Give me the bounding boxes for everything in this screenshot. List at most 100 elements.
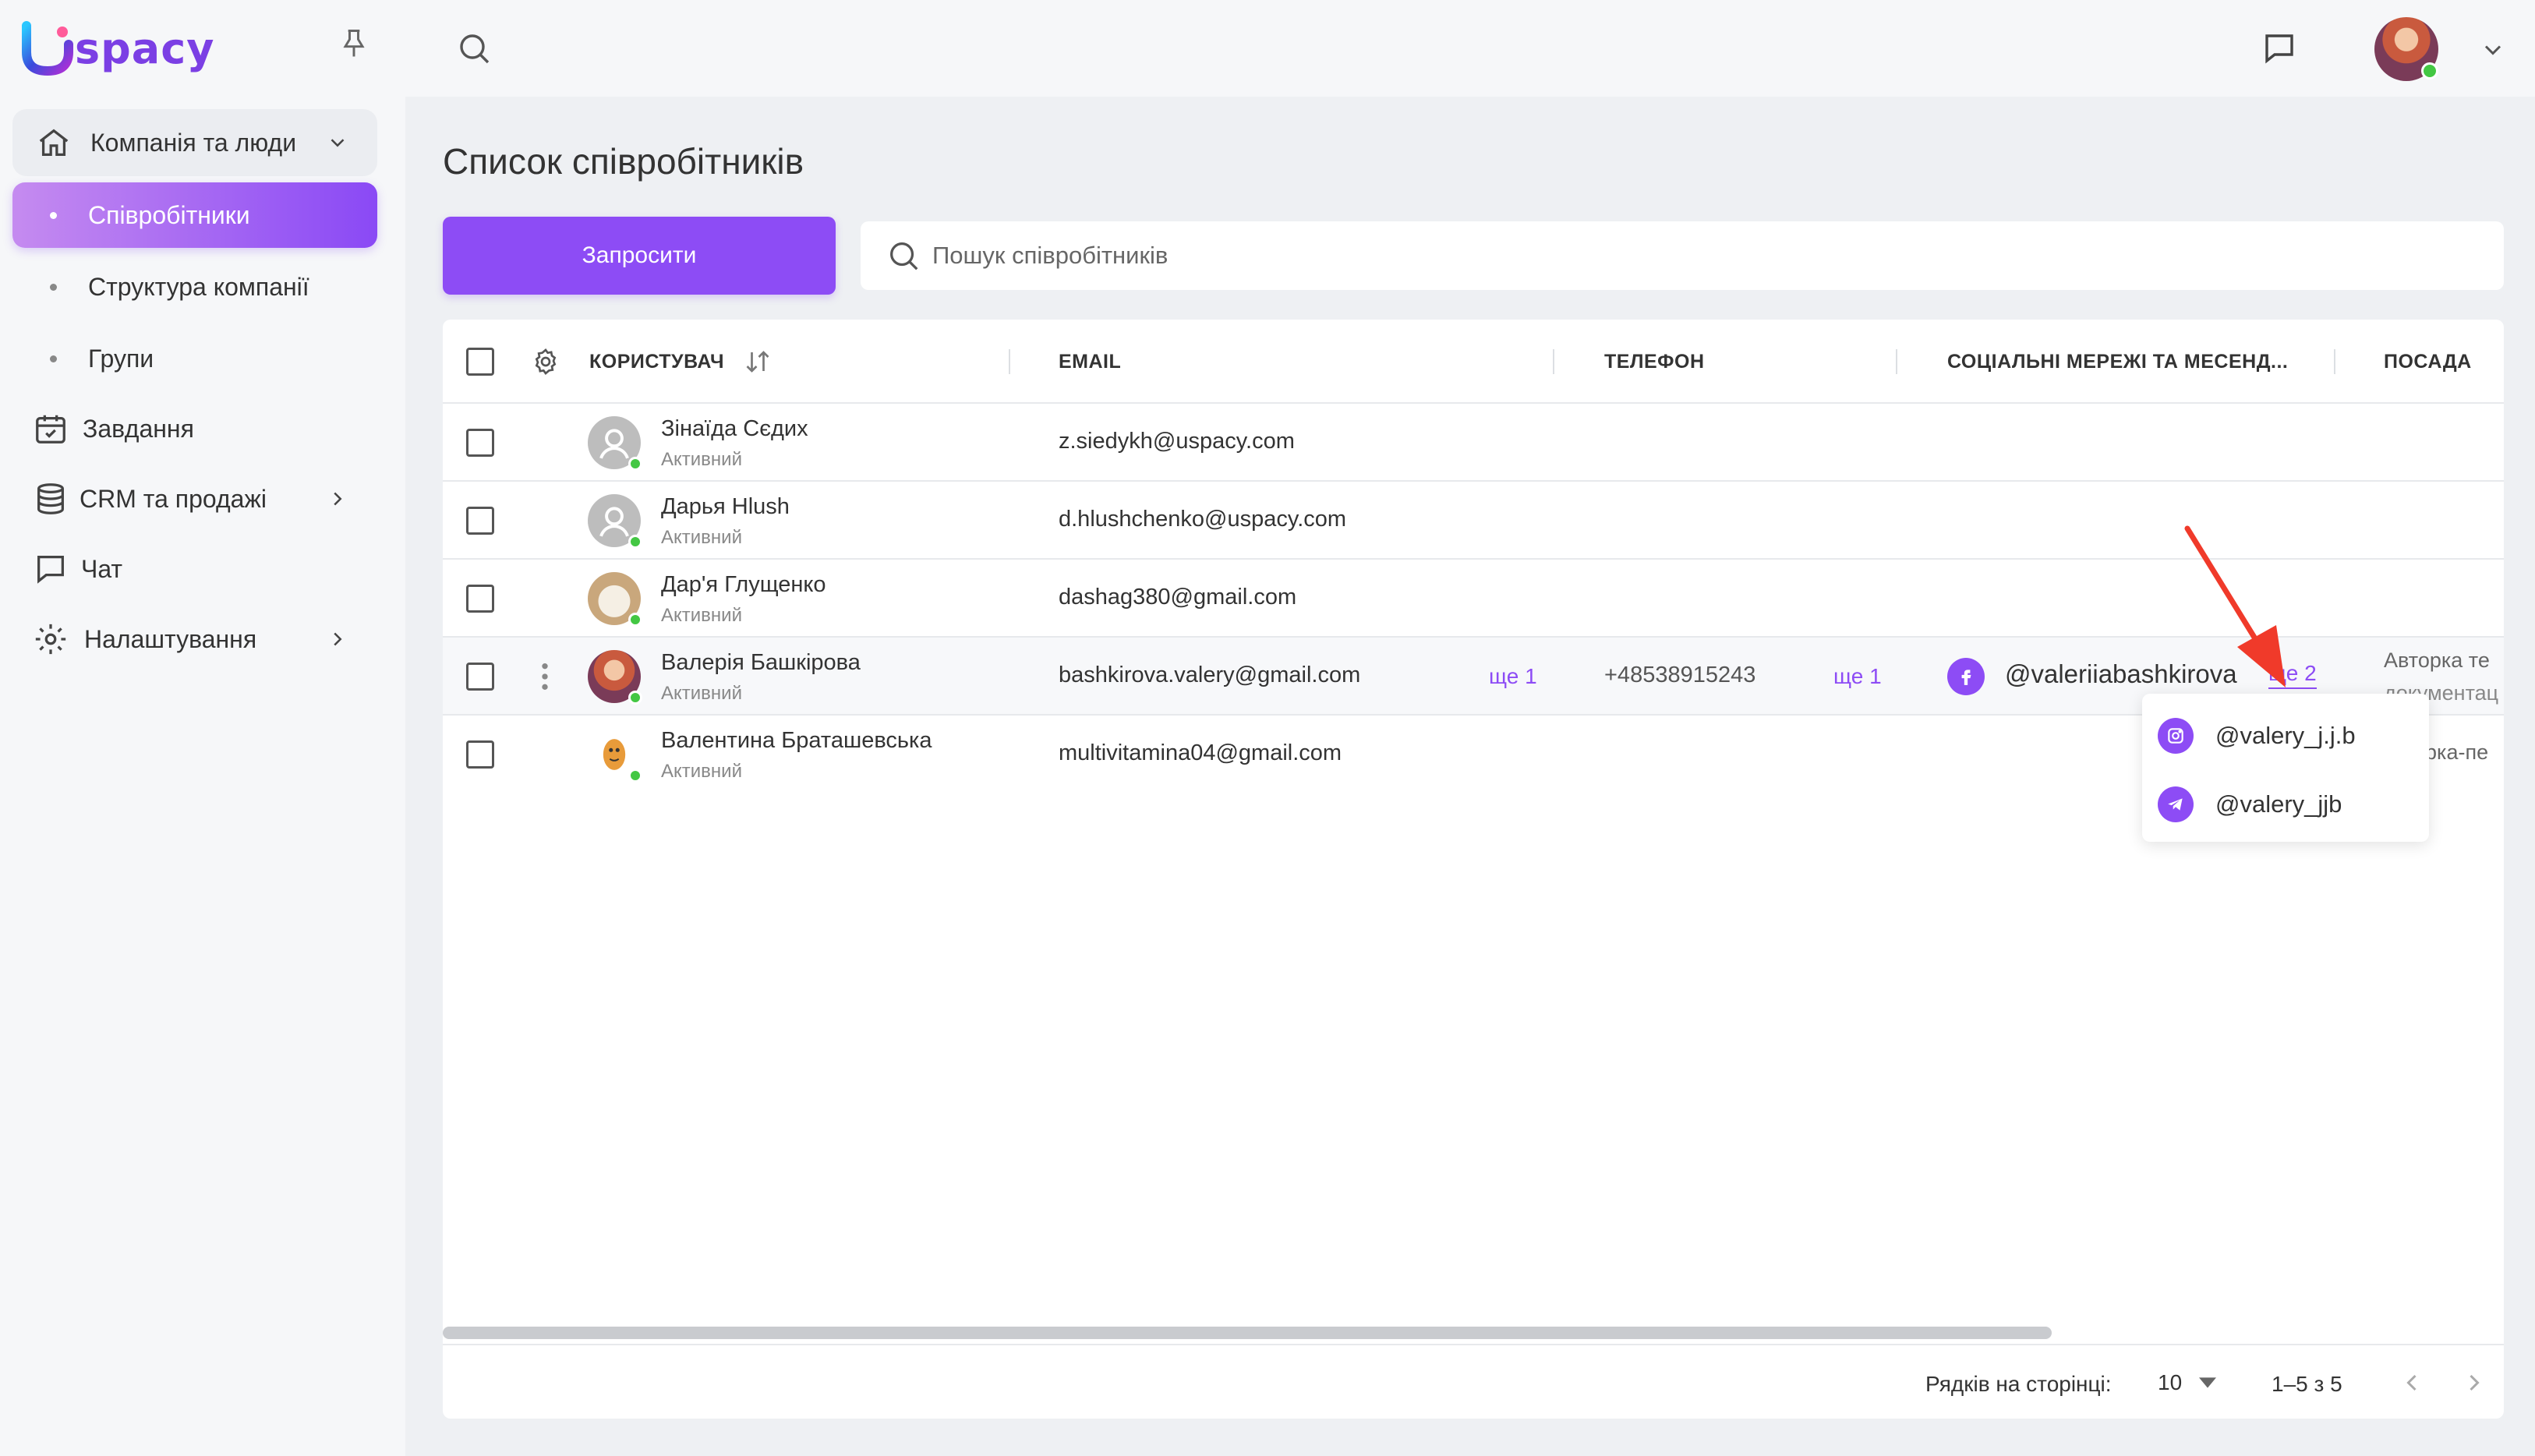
bullet-dot	[50, 211, 57, 219]
chevron-left-icon[interactable]	[2398, 1369, 2426, 1397]
popup-item-telegram[interactable]: @valery_jjb	[2158, 773, 2342, 836]
caret-down-icon	[2199, 1377, 2217, 1388]
sidebar-nav: Компанія та люди Співробітники Структура…	[12, 109, 377, 672]
avatar	[588, 416, 642, 471]
user-status: Активний	[661, 605, 742, 626]
avatar	[588, 494, 642, 549]
search-input[interactable]	[932, 242, 2335, 270]
user-name[interactable]: Зінаїда Сєдих	[661, 416, 808, 442]
sidebar-item-company-structure[interactable]: Структура компанії	[12, 254, 377, 320]
column-separator[interactable]	[1553, 349, 1554, 374]
chevron-right-icon	[334, 632, 342, 646]
column-header-position[interactable]: ПОСАДА	[2384, 320, 2472, 404]
facebook-icon	[1947, 658, 1985, 695]
annotation-arrow	[2184, 525, 2286, 687]
sidebar-item-label: Групи	[88, 344, 154, 373]
sidebar: spacy Компанія та люди Співробітники Стр…	[0, 0, 405, 1456]
invite-button[interactable]: Запросити	[443, 217, 836, 295]
online-indicator	[2421, 62, 2438, 80]
online-indicator	[628, 457, 642, 471]
social-more-popup: @valery_j.j.b @valery_jjb	[2142, 694, 2429, 842]
user-avatar[interactable]	[2374, 17, 2438, 81]
sidebar-group-company[interactable]: Компанія та люди	[12, 109, 377, 176]
rows-per-page-label: Рядків на сторінці:	[1925, 1372, 2112, 1396]
popup-item-instagram[interactable]: @valery_j.j.b	[2158, 705, 2356, 767]
user-status: Активний	[661, 683, 742, 704]
rows-per-page-value: 10	[2158, 1370, 2183, 1394]
table-settings-gear-icon[interactable]	[530, 346, 561, 377]
user-name[interactable]: Дар'я Глущенко	[661, 572, 826, 598]
sidebar-item-tasks[interactable]: Завдання	[12, 396, 377, 461]
phone-cell: +48538915243	[1604, 663, 1756, 687]
horizontal-scrollbar[interactable]	[443, 1327, 2052, 1339]
bullet-dot	[50, 283, 57, 291]
top-bar	[405, 0, 2535, 97]
select-all-checkbox[interactable]	[466, 348, 494, 376]
database-icon	[37, 483, 64, 514]
email-cell: dashag380@gmail.com	[1059, 585, 1297, 610]
chevron-down-icon	[331, 139, 345, 147]
column-header-social[interactable]: СОЦІАЛЬНІ МЕРЕЖІ ТА МЕСЕНД...	[1947, 320, 2288, 404]
sidebar-item-chat[interactable]: Чат	[12, 536, 377, 602]
user-name[interactable]: Валерія Башкірова	[661, 650, 861, 676]
user-status: Активний	[661, 449, 742, 470]
logo-u-mark	[22, 21, 73, 76]
popup-item-label: @valery_j.j.b	[2215, 722, 2356, 749]
rows-per-page-select[interactable]: 10	[2158, 1366, 2217, 1400]
online-indicator	[628, 691, 642, 705]
sidebar-item-label: Структура компанії	[88, 272, 309, 301]
sidebar-item-label: CRM та продажі	[80, 484, 267, 513]
phone-more-link[interactable]: ще 1	[1833, 664, 1882, 689]
row-menu-icon[interactable]	[541, 661, 549, 692]
table-row[interactable]: Зінаїда Сєдих Активний z.siedykh@uspacy.…	[443, 404, 2504, 482]
column-separator[interactable]	[2334, 349, 2335, 374]
row-checkbox[interactable]	[466, 507, 494, 535]
sidebar-item-label: Налаштування	[84, 624, 257, 653]
chevron-down-icon[interactable]	[2479, 36, 2507, 64]
email-cell: multivitamina04@gmail.com	[1059, 740, 1342, 765]
popup-item-label: @valery_jjb	[2215, 790, 2342, 818]
online-indicator	[628, 613, 642, 627]
user-name[interactable]: Дарья Hlush	[661, 494, 790, 520]
search-icon[interactable]	[455, 30, 493, 67]
sidebar-item-employees[interactable]: Співробітники	[12, 182, 377, 248]
messages-icon[interactable]	[2261, 30, 2298, 67]
row-checkbox[interactable]	[466, 585, 494, 613]
column-header-user[interactable]: КОРИСТУВАЧ	[589, 320, 724, 404]
chat-icon	[37, 556, 64, 584]
user-name[interactable]: Валентина Браташевська	[661, 728, 932, 754]
email-cell: bashkirova.valery@gmail.com	[1059, 663, 1361, 687]
user-status: Активний	[661, 761, 742, 782]
employees-table: КОРИСТУВАЧ EMAIL ТЕЛЕФОН СОЦІАЛЬНІ МЕРЕЖ…	[443, 320, 2504, 1419]
position-cell: Авторка те	[2384, 648, 2490, 672]
column-separator[interactable]	[1009, 349, 1010, 374]
column-header-phone[interactable]: ТЕЛЕФОН	[1604, 320, 1705, 404]
sidebar-item-label: Співробітники	[88, 200, 250, 229]
calendar-icon	[36, 415, 65, 444]
row-checkbox[interactable]	[466, 663, 494, 691]
telegram-icon	[2158, 786, 2194, 822]
sidebar-item-label: Завдання	[83, 414, 194, 443]
column-separator[interactable]	[1896, 349, 1897, 374]
uspacy-logo[interactable]: spacy	[22, 19, 225, 78]
table-pagination: Рядків на сторінці: 10 1–5 з 5	[443, 1344, 2504, 1419]
pin-icon[interactable]	[337, 27, 371, 61]
sort-icon[interactable]	[742, 348, 773, 376]
chevron-right-icon[interactable]	[2460, 1369, 2488, 1397]
sidebar-item-settings[interactable]: Налаштування	[12, 606, 377, 672]
avatar	[588, 572, 642, 627]
email-more-link[interactable]: ще 1	[1489, 664, 1537, 689]
sidebar-item-crm[interactable]: CRM та продажі	[12, 466, 377, 532]
row-checkbox[interactable]	[466, 740, 494, 769]
row-checkbox[interactable]	[466, 429, 494, 457]
employee-search[interactable]	[861, 221, 2504, 290]
page-title: Список співробітників	[443, 141, 804, 182]
online-indicator	[628, 535, 642, 549]
column-header-email[interactable]: EMAIL	[1059, 320, 1121, 404]
email-cell: z.siedykh@uspacy.com	[1059, 429, 1295, 454]
sidebar-item-groups[interactable]: Групи	[12, 326, 377, 391]
chevron-right-icon	[334, 492, 342, 506]
pagination-range: 1–5 з 5	[2272, 1372, 2342, 1396]
user-status: Активний	[661, 527, 742, 548]
home-icon	[39, 129, 69, 156]
